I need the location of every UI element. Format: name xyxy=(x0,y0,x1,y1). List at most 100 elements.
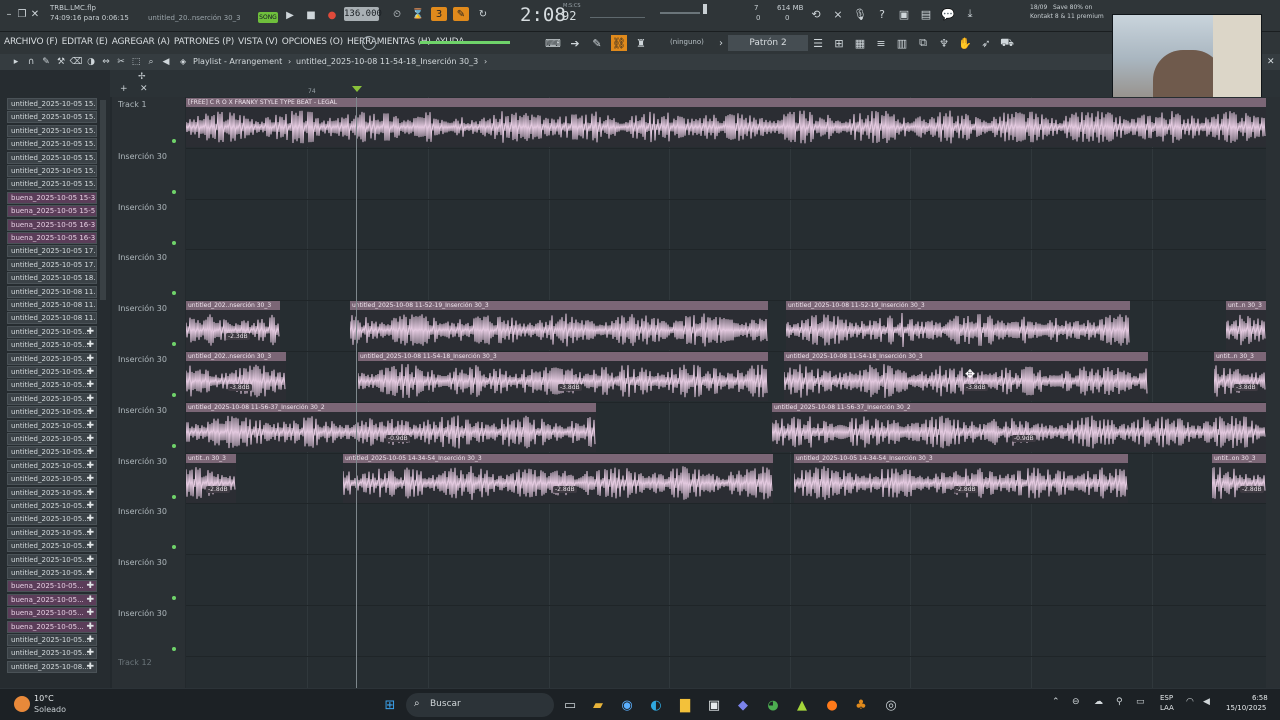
browser-item[interactable]: untitled_2025-10-08... ✚ xyxy=(7,660,97,673)
track-led[interactable] xyxy=(172,240,176,245)
master-pitch-slider[interactable] xyxy=(660,12,700,14)
track-name[interactable]: Inserción 30 xyxy=(118,507,167,516)
track-led[interactable] xyxy=(172,596,176,601)
add-to-playlist-icon[interactable]: ✚ xyxy=(86,488,94,498)
audio-clip[interactable]: untit..n 30_3 -3.8dB xyxy=(1214,352,1266,401)
record-icon[interactable]: ● xyxy=(325,8,339,22)
audio-clip[interactable]: untitled_2025-10-08 11-56-37_Inserción 3… xyxy=(186,402,596,452)
mic-tray-icon[interactable]: ⚲ xyxy=(1116,697,1123,707)
volume-icon[interactable]: ◀ xyxy=(1203,697,1210,707)
audio-clip[interactable]: untitled_2025-10-05 14-34-54_Inserción 3… xyxy=(794,453,1128,503)
undo-icon[interactable]: ⟲ xyxy=(808,6,824,22)
clip-title[interactable]: untitled_2025-10-08 11-54-18_Inserción 3… xyxy=(358,352,768,361)
notice-line2[interactable]: Kontakt 8 & 11 premium xyxy=(1030,13,1104,20)
track-led[interactable] xyxy=(172,647,176,651)
browser-item[interactable]: untitled_2025-10-05... ✚ xyxy=(7,553,97,566)
browser-icon[interactable]: ▥ xyxy=(894,35,910,51)
microphone-icon[interactable]: 🎙 xyxy=(852,6,868,22)
audio-clip[interactable]: untitled_202..nserción 30_3 -2.3dB xyxy=(186,301,280,351)
select-icon[interactable]: ⬚ xyxy=(130,56,142,68)
clip-gain-label[interactable]: -2.8dB xyxy=(553,485,577,493)
add-to-playlist-icon[interactable]: ✚ xyxy=(86,407,94,417)
store-icon[interactable]: ▣ xyxy=(704,695,724,715)
fl-studio-icon[interactable]: ♣ xyxy=(851,695,871,715)
wait-icon[interactable]: ⌛ xyxy=(410,7,426,21)
add-to-playlist-icon[interactable]: ✚ xyxy=(86,434,94,444)
audio-clip[interactable]: untitled_2025-10-05 14-34-54_Inserción 3… xyxy=(343,453,773,503)
browser-item[interactable]: untitled_2025-10-05... ✚ xyxy=(7,446,97,459)
audio-clip[interactable]: untit..n 30_3 -2.8dB xyxy=(186,453,236,503)
browser-item[interactable]: untitled_2025-10-05... ✚ xyxy=(7,339,97,352)
menu-patterns[interactable]: PATRONES (P) xyxy=(174,37,234,47)
paint-icon[interactable]: ⚒ xyxy=(55,56,67,68)
browser-item[interactable]: untitled_2025-10-05... ✚ xyxy=(7,500,97,512)
browser-item[interactable]: untitled_2025-10-05... ✚ xyxy=(7,419,97,432)
add-to-playlist-icon[interactable]: ✚ xyxy=(86,380,94,390)
add-to-playlist-icon[interactable]: ✚ xyxy=(86,501,94,511)
browser-item[interactable]: untitled_2025-10-05... ✚ xyxy=(7,473,97,486)
clip-title[interactable]: [FREE] C R O X FRANKY STYLE TYPE BEAT - … xyxy=(186,98,1266,107)
clip-gain-label[interactable]: -0.9dB xyxy=(386,434,410,442)
tray-chevron-icon[interactable]: ⌃ xyxy=(1052,697,1060,707)
audio-clip[interactable]: [FREE] C R O X FRANKY STYLE TYPE BEAT - … xyxy=(186,98,1266,147)
track-name[interactable]: Track 12 xyxy=(118,658,152,667)
search-box[interactable]: ⌕ Buscar xyxy=(406,693,554,717)
clip-title[interactable]: untitled_2025-10-08 11-56-37_Inserción 3… xyxy=(186,402,596,412)
play-icon[interactable]: ▶ xyxy=(283,8,297,22)
track-led[interactable] xyxy=(172,342,176,347)
mixer-icon[interactable]: ⨯ xyxy=(830,6,846,22)
slip-icon[interactable]: ⇔ xyxy=(100,56,112,68)
close-icon[interactable]: ✕ xyxy=(30,8,40,20)
audio-clip[interactable]: untit..on 30_3 -2.8dB xyxy=(1212,453,1266,503)
obs-icon[interactable]: ◎ xyxy=(881,695,901,715)
browser-item[interactable]: untitled_2025-10-05 15... xyxy=(7,178,97,191)
collapse-icon[interactable]: ✕ xyxy=(140,84,148,94)
track-name[interactable]: Inserción 30 xyxy=(118,203,167,212)
add-to-playlist-icon[interactable]: ✚ xyxy=(86,568,94,578)
clip-gain-label[interactable]: -3.8dB xyxy=(1234,384,1258,391)
metronome-icon[interactable]: ⏲ xyxy=(389,7,405,21)
playhead-marker[interactable] xyxy=(352,86,362,92)
track-led[interactable] xyxy=(172,189,176,194)
clip-gain-label[interactable]: -2.8dB xyxy=(1240,485,1264,493)
track-led[interactable] xyxy=(172,443,176,448)
track-led[interactable] xyxy=(172,545,176,550)
add-to-playlist-icon[interactable]: ✚ xyxy=(86,622,94,632)
browser-item[interactable]: untitled_2025-10-05... ✚ xyxy=(7,567,97,579)
plugin-icon[interactable]: ▤ xyxy=(918,6,934,22)
menu-edit[interactable]: EDITAR (E) xyxy=(62,37,108,47)
windows-start-icon[interactable]: ⊞ xyxy=(380,695,400,715)
browser-item[interactable]: untitled_2025-10-05... ✚ xyxy=(7,486,97,499)
add-to-playlist-icon[interactable]: ✚ xyxy=(86,648,94,658)
arrow-icon[interactable]: ➔ xyxy=(567,35,583,51)
stems-icon[interactable]: ♆ xyxy=(936,35,952,51)
tempo-display[interactable]: 136.000 xyxy=(344,7,382,21)
minimize-icon[interactable]: – xyxy=(4,8,14,20)
track-led[interactable] xyxy=(172,139,176,143)
stop-icon[interactable]: ■ xyxy=(304,8,318,22)
playlist-area[interactable]: [FREE] C R O X FRANKY STYLE TYPE BEAT - … xyxy=(186,97,1266,688)
browser-item[interactable]: untitled_2025-10-05 17... xyxy=(7,245,97,258)
copilot-icon[interactable]: ◉ xyxy=(617,695,637,715)
audio-clip[interactable]: untitled_202..nserción 30_3 -3.8dB xyxy=(186,352,286,401)
browser-item[interactable]: untitled_2025-10-05... ✚ xyxy=(7,540,97,553)
browser-item[interactable]: untitled_2025-10-05... ✚ xyxy=(7,513,97,526)
add-to-playlist-icon[interactable]: ✚ xyxy=(86,514,94,524)
channel-rack-icon[interactable]: ▦ xyxy=(852,35,868,51)
track-name[interactable]: Inserción 30 xyxy=(118,253,167,262)
taskbar-date[interactable]: 15/10/2025 xyxy=(1226,704,1266,712)
add-to-playlist-icon[interactable]: ✚ xyxy=(86,354,94,364)
browser-item[interactable]: untitled_2025-10-05 18... xyxy=(7,272,97,285)
mixer-window-icon[interactable]: ≡ xyxy=(873,35,889,51)
restore-icon[interactable]: ❐ xyxy=(17,8,27,20)
browser-item[interactable]: untitled_2025-10-05 15... xyxy=(7,165,97,177)
master-volume-slider[interactable] xyxy=(703,4,707,14)
weather-icon[interactable] xyxy=(14,696,30,712)
track-led[interactable] xyxy=(172,291,176,296)
browser-item[interactable]: buena_2025-10-05 15-5... xyxy=(7,205,97,218)
track-name[interactable]: Inserción 30 xyxy=(118,457,167,466)
browser-item[interactable]: untitled_2025-10-05... ✚ xyxy=(7,526,97,539)
keyboard-icon[interactable]: ⌨ xyxy=(545,35,561,51)
link-icon[interactable]: ⛓ xyxy=(611,35,627,51)
browser-item[interactable]: buena_2025-10-05 16-3... xyxy=(7,218,97,231)
